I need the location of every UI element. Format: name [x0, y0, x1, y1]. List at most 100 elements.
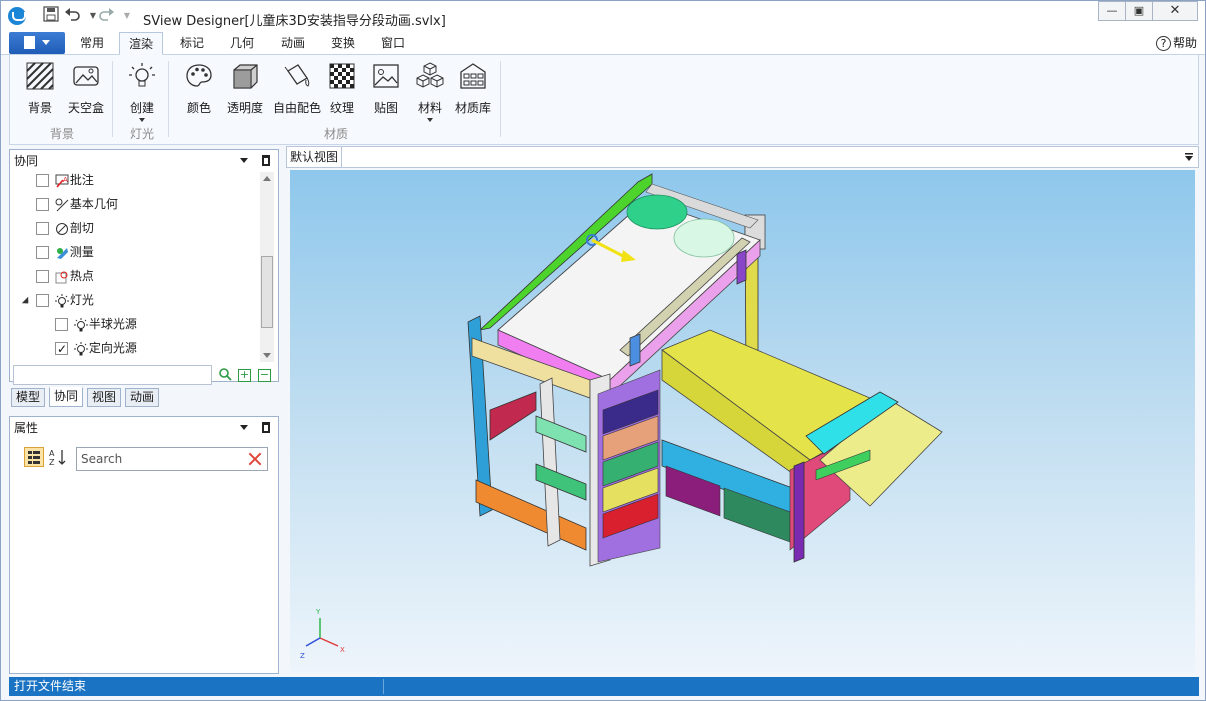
scroll-up-icon[interactable] [263, 176, 271, 181]
tree-expander-icon[interactable] [21, 296, 29, 304]
view-menu-icon[interactable] [1184, 153, 1194, 162]
checkbox[interactable] [36, 246, 49, 259]
quick-access-dropdown-icon[interactable]: ▼ [117, 6, 137, 26]
tree-item-section[interactable]: 剖切 [36, 218, 94, 238]
free-color-button[interactable]: 自由配色 [272, 61, 322, 115]
tree-item-annotation[interactable]: A 批注 [36, 170, 94, 190]
tree-item-label: 热点 [69, 269, 94, 283]
help-icon: ? [1155, 36, 1171, 51]
ribbon: 背景 天空盒 创建 颜色 透明度 自由配色 纹理 贴图 材料 材质库 背景 灯光… [9, 55, 1199, 145]
chevron-down-icon [139, 118, 145, 122]
collapse-all-icon[interactable]: − [258, 369, 271, 382]
help-label: 帮助 [1172, 36, 1197, 50]
background-button[interactable]: 背景 [18, 61, 62, 115]
material-label: 材料 [417, 101, 442, 115]
tab-view[interactable]: 视图 [87, 388, 122, 407]
tab-animation[interactable]: 动画 [272, 32, 314, 55]
checkbox[interactable] [36, 222, 49, 235]
tab-default-view[interactable]: 默认视图 [287, 147, 343, 167]
save-icon[interactable] [41, 6, 61, 26]
tree-item-hotspot[interactable]: 热点 [36, 266, 94, 286]
tree-item-directional-light[interactable]: 定向光源 [55, 338, 137, 359]
app-logo-icon[interactable] [8, 7, 26, 25]
tree-filter-input[interactable] [13, 365, 212, 385]
status-message: 打开文件结束 [14, 679, 87, 693]
scroll-thumb[interactable] [261, 256, 273, 328]
tree-item-label: 测量 [69, 245, 94, 259]
tree-item-label: 灯光 [69, 293, 94, 307]
clear-icon[interactable] [247, 451, 263, 467]
texture-label: 纹理 [329, 101, 354, 115]
svg-text:Z: Z [49, 458, 55, 467]
tab-transform[interactable]: 变换 [322, 32, 364, 55]
minimize-icon[interactable]: — [1098, 1, 1126, 21]
tree-item-measure[interactable]: 测量 [36, 242, 94, 262]
categorized-icon[interactable] [24, 447, 44, 467]
color-button[interactable]: 颜色 [177, 61, 221, 115]
panel-menu-dropdown-icon[interactable] [240, 158, 248, 163]
background-hatch-icon [26, 62, 54, 90]
bunk-bed-model[interactable]: Y X Z [290, 170, 1195, 674]
close-icon[interactable]: ✕ [1152, 1, 1198, 21]
tab-markup[interactable]: 标记 [171, 32, 213, 55]
texture-button[interactable]: 纹理 [320, 61, 364, 115]
measure-icon [56, 247, 68, 259]
file-menu-button[interactable] [9, 32, 65, 54]
axis-y-label: Y [315, 608, 321, 616]
panel-menu-dropdown-icon[interactable] [240, 425, 248, 430]
tree-item-light[interactable]: 灯光 [36, 290, 94, 310]
title-bar: ▼ ▼ SView Designer[儿童床3D安装指导分段动画.svlx] —… [1, 1, 1205, 31]
undo-icon[interactable] [63, 6, 83, 26]
tab-common[interactable]: 常用 [71, 32, 113, 55]
tree-item-basic-geometry[interactable]: 基本几何 [36, 194, 118, 214]
basic-geometry-icon [55, 198, 69, 211]
search-icon[interactable] [218, 367, 232, 381]
material-button[interactable]: 材料 [408, 61, 452, 122]
tab-render[interactable]: 渲染 [119, 32, 164, 55]
transparency-button[interactable]: 透明度 [221, 61, 269, 115]
tree-item-label: 基本几何 [69, 197, 118, 211]
cooperation-panel-header: 协同 [10, 150, 278, 172]
help-button[interactable]: ? 帮助 [1155, 34, 1197, 52]
expand-all-icon[interactable]: + [238, 369, 251, 382]
svg-text:A: A [63, 176, 68, 184]
status-divider [383, 679, 384, 694]
cooperation-panel: 协同 A 批注 基本几何 剖切 测量 热点 灯光 半球光源 ✓ 定向光源 + − [9, 149, 279, 385]
maximize-icon[interactable]: ▣ [1125, 1, 1153, 21]
search-placeholder: Search [81, 452, 123, 466]
background-label: 背景 [27, 101, 52, 115]
group-divider [500, 61, 501, 137]
checker-texture-icon [329, 63, 355, 89]
tab-anim[interactable]: 动画 [125, 388, 160, 407]
hotspot-icon [55, 271, 68, 283]
light-bulb-icon [129, 63, 155, 87]
tree-scrollbar[interactable] [260, 172, 274, 362]
hemisphere-light-icon [73, 317, 88, 331]
properties-search-input[interactable]: Search [76, 447, 268, 471]
checkbox[interactable] [36, 174, 49, 187]
annotation-icon: A [55, 174, 69, 188]
checkbox-checked[interactable] [55, 339, 68, 359]
sort-alphabetical-icon[interactable]: AZ [48, 447, 68, 467]
create-light-button[interactable]: 创建 [120, 61, 164, 122]
pin-icon[interactable] [262, 155, 270, 166]
scroll-down-icon[interactable] [263, 353, 271, 358]
material-library-button[interactable]: 材质库 [452, 61, 494, 115]
tree-item-hemisphere-light[interactable]: 半球光源 [55, 314, 137, 334]
tab-model[interactable]: 模型 [11, 388, 46, 407]
pin-icon[interactable] [262, 422, 270, 433]
redo-icon[interactable] [96, 6, 116, 26]
skybox-label: 天空盒 [67, 101, 104, 115]
map-label: 贴图 [373, 101, 398, 115]
skybox-button[interactable]: 天空盒 [62, 61, 110, 115]
tab-window[interactable]: 窗口 [372, 32, 414, 55]
3d-viewport[interactable]: Y X Z [290, 170, 1195, 674]
tab-cooperation[interactable]: 协同 [49, 387, 84, 407]
checkbox[interactable] [36, 270, 49, 283]
checkbox[interactable] [55, 318, 68, 331]
tab-geometry[interactable]: 几何 [221, 32, 263, 55]
checkbox[interactable] [36, 198, 49, 211]
document-icon [24, 36, 35, 49]
map-button[interactable]: 贴图 [364, 61, 408, 115]
checkbox[interactable] [36, 294, 49, 307]
